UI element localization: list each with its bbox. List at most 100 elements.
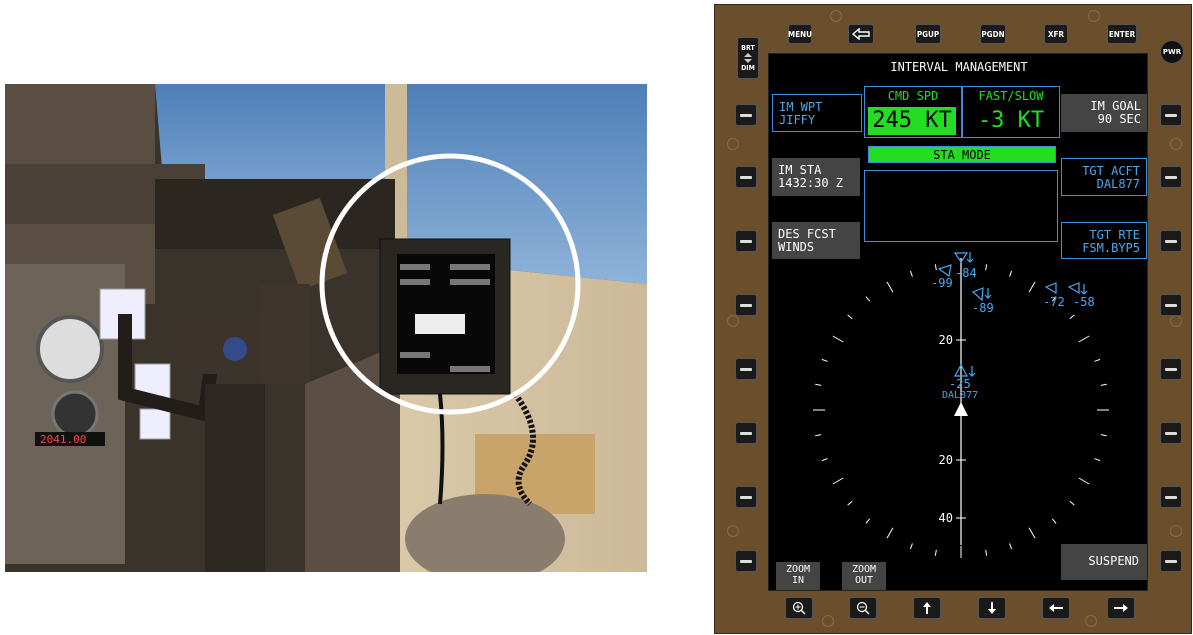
- tgt-acft-value: DAL877: [1096, 177, 1140, 191]
- enter-key[interactable]: ENTER: [1107, 24, 1137, 44]
- zoom-in-label: ZOOM IN: [785, 564, 811, 586]
- screw: [1170, 525, 1182, 537]
- lsk-right-5[interactable]: [1160, 358, 1182, 380]
- im-wpt-value: JIFFY: [779, 113, 816, 127]
- zoom-out-button[interactable]: ZOOM OUT: [842, 562, 886, 590]
- lsk-left-5[interactable]: [735, 358, 757, 380]
- lsk-left-6[interactable]: [735, 422, 757, 444]
- lsk-left-3[interactable]: [735, 230, 757, 252]
- lsk-left-7[interactable]: [735, 486, 757, 508]
- compass-tick: [909, 543, 913, 550]
- lsk-right-2[interactable]: [1160, 166, 1182, 188]
- zoom-out-key[interactable]: [849, 597, 877, 619]
- tgt-acft-field[interactable]: TGT ACFT DAL877: [1061, 158, 1147, 196]
- tgt-acft-label: TGT ACFT: [1082, 164, 1140, 178]
- xfr-key[interactable]: XFR: [1044, 24, 1068, 44]
- sta-mode-bar[interactable]: STA MODE: [868, 146, 1056, 163]
- traffic-alt-58: -58: [1073, 295, 1095, 309]
- traffic-alt-89: -89: [972, 301, 994, 315]
- lsk-left-2[interactable]: [735, 166, 757, 188]
- screw: [727, 138, 739, 150]
- compass-tick: [821, 358, 828, 362]
- screw: [1088, 10, 1100, 22]
- traffic-display: 20 20 40 -84 -99 -89 -72 -58 -25 DAL877: [813, 252, 1109, 558]
- compass-tick: [815, 383, 822, 386]
- im-wpt-field[interactable]: IM WPT JIFFY: [772, 94, 862, 132]
- screw: [727, 525, 739, 537]
- dim-label: DIM: [741, 64, 755, 72]
- arrow-right-icon: [1114, 604, 1128, 612]
- brt-up-icon: [744, 53, 752, 57]
- pgup-key[interactable]: PGUP: [915, 24, 941, 44]
- zoom-in-icon: [792, 601, 806, 615]
- compass-tick: [1094, 458, 1101, 462]
- lsk-right-7[interactable]: [1160, 486, 1182, 508]
- im-goal-field[interactable]: IM GOAL 90 SEC: [1061, 94, 1147, 132]
- page-title: INTERVAL MANAGEMENT: [890, 60, 1028, 74]
- fast-slow-value: -3 KT: [977, 108, 1045, 133]
- compass-tick: [1078, 477, 1090, 485]
- lsk-right-4[interactable]: [1160, 294, 1182, 316]
- screw: [1085, 615, 1097, 627]
- des-fcst-label: DES FCST: [778, 227, 836, 241]
- im-goal-value: 90 SEC: [1097, 112, 1141, 126]
- pwr-label: PWR: [1162, 48, 1182, 56]
- cmd-spd-panel: CMD SPD 245 KT: [864, 86, 962, 138]
- fast-slow-label: FAST/SLOW: [978, 89, 1044, 103]
- brt-dim-key[interactable]: BRT DIM: [737, 37, 759, 79]
- lsk-right-6[interactable]: [1160, 422, 1182, 444]
- lsk-right-8[interactable]: [1160, 550, 1182, 572]
- im-sta-value: 1432:30 Z: [778, 176, 844, 190]
- fast-slow-panel: FAST/SLOW -3 KT: [962, 86, 1060, 138]
- im-sta-field[interactable]: IM STA 1432:30 Z: [772, 158, 860, 196]
- compass-tick: [865, 518, 871, 524]
- arrow-right-key[interactable]: [1107, 597, 1135, 619]
- screw: [1170, 138, 1182, 150]
- zoom-out-icon: [856, 601, 870, 615]
- photo-clock: 2041.00: [40, 433, 86, 446]
- compass-tick: [821, 458, 828, 462]
- lsk-left-4[interactable]: [735, 294, 757, 316]
- traffic-alt-25: -25: [949, 377, 971, 391]
- arrow-down-icon: [988, 602, 996, 614]
- compass-tick: [886, 281, 894, 293]
- arrow-down-key[interactable]: [978, 597, 1006, 619]
- pwr-button[interactable]: PWR: [1160, 40, 1184, 64]
- suspend-button[interactable]: SUSPEND: [1061, 544, 1147, 580]
- dim-down-icon: [744, 59, 752, 63]
- compass-tick: [865, 296, 871, 302]
- im-sta-label: IM STA: [778, 163, 822, 177]
- menu-key[interactable]: MENU: [788, 24, 812, 44]
- compass-tick: [909, 270, 913, 277]
- suspend-label: SUSPEND: [1088, 554, 1139, 568]
- arrow-up-icon: [923, 602, 931, 614]
- arrow-left-key[interactable]: [1042, 597, 1070, 619]
- cdu-screen: INTERVAL MANAGEMENT IM WPT JIFFY CMD SPD…: [768, 53, 1148, 591]
- ownship-icon: [954, 402, 968, 416]
- im-goal-label: IM GOAL: [1090, 99, 1141, 113]
- compass-tick: [985, 549, 988, 556]
- back-key[interactable]: [848, 24, 874, 44]
- message-box: [864, 170, 1058, 242]
- back-arrow-icon: [852, 28, 870, 40]
- pgdn-key[interactable]: PGDN: [980, 24, 1006, 44]
- compass-tick: [1069, 500, 1075, 506]
- lsk-right-3[interactable]: [1160, 230, 1182, 252]
- brt-label: BRT: [741, 44, 755, 52]
- lsk-left-8[interactable]: [735, 550, 757, 572]
- traffic-alt-84: -84: [955, 266, 977, 280]
- arrow-up-key[interactable]: [913, 597, 941, 619]
- zoom-in-key[interactable]: [785, 597, 813, 619]
- arrow-left-icon: [1049, 604, 1063, 612]
- compass-tick: [832, 335, 844, 343]
- zoom-out-label: ZOOM OUT: [851, 564, 877, 586]
- lsk-left-1[interactable]: [735, 104, 757, 126]
- compass-tick: [1078, 335, 1090, 343]
- lsk-right-1[interactable]: [1160, 104, 1182, 126]
- cmd-spd-label: CMD SPD: [887, 89, 939, 103]
- zoom-in-button[interactable]: ZOOM IN: [776, 562, 820, 590]
- traffic-callsign: DAL877: [942, 390, 978, 401]
- screw: [1170, 315, 1182, 327]
- compass-tick: [1028, 281, 1036, 293]
- screw: [822, 615, 834, 627]
